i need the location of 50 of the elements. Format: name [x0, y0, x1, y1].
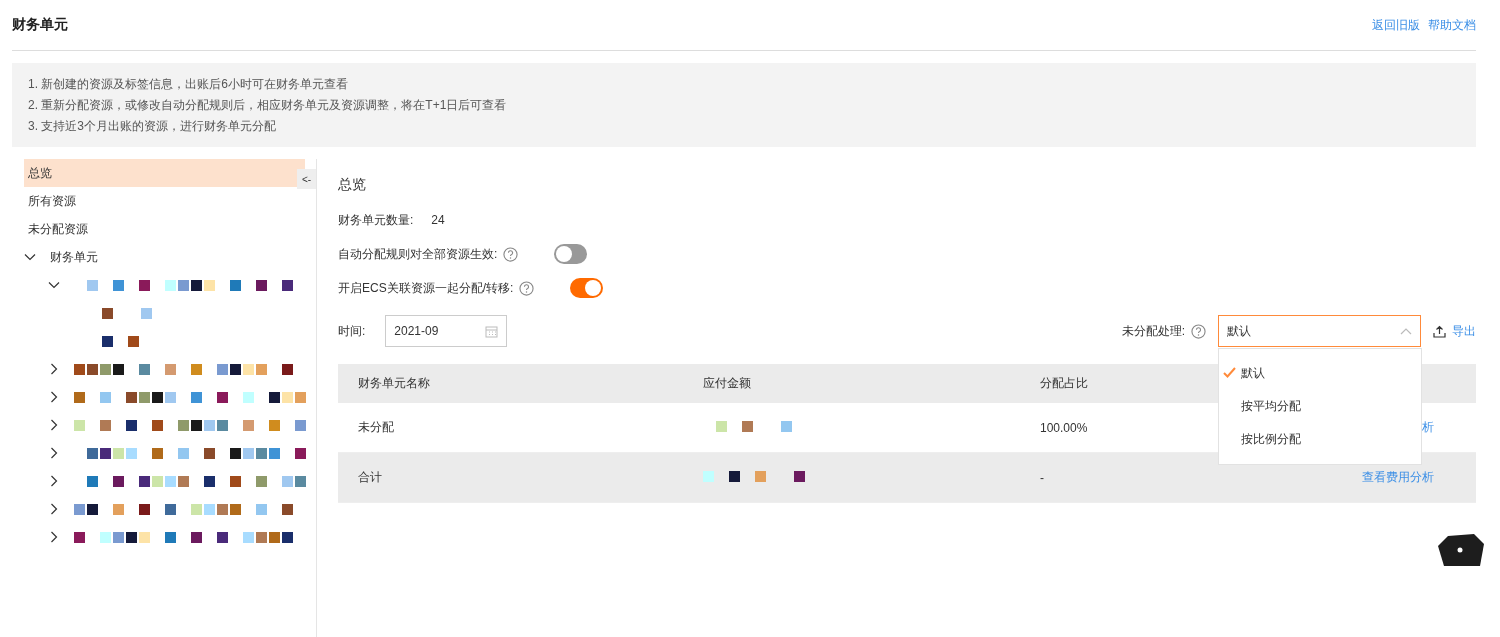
sidebar-item[interactable]: 所有资源 [24, 187, 305, 215]
table-cell-text: 100.00% [1040, 420, 1089, 435]
pixelated-text-drawing [102, 305, 154, 321]
analysis-link[interactable]: 析 [1422, 420, 1434, 434]
chevron-right-icon[interactable] [48, 391, 60, 403]
header-link[interactable]: 帮助文档 [1428, 16, 1476, 34]
help-icon[interactable] [503, 246, 519, 262]
tree-node-label[interactable]: 财务单元 [50, 248, 98, 266]
select-label: 未分配处理: [1121, 322, 1185, 340]
chevron-right-icon[interactable] [48, 363, 60, 375]
setting-label: 开启ECS关联资源一起分配/转移: [338, 279, 514, 297]
chevron-down-icon[interactable] [48, 279, 60, 291]
toggle-switch[interactable] [570, 278, 604, 298]
table-cell-text: 合计 [358, 469, 383, 486]
chevron-right-icon[interactable] [48, 531, 60, 543]
column-header: 应付金额 [703, 375, 752, 392]
sidebar-item[interactable]: 未分配资源 [24, 215, 305, 243]
calendar-icon [485, 324, 499, 338]
export-icon[interactable] [1433, 324, 1446, 338]
notice-text: 3. 支持近3个月出账的资源，进行财务单元分配 [28, 118, 277, 135]
stat-value: 24 [431, 213, 445, 227]
chevron-right-icon[interactable] [48, 475, 60, 487]
toggle-switch[interactable] [554, 244, 588, 264]
chevron-right-icon[interactable] [48, 447, 60, 459]
chevron-right-icon[interactable] [48, 419, 60, 431]
setting-label: 自动分配规则对全部资源生效: [338, 245, 498, 263]
chevron-down-icon[interactable] [24, 251, 36, 263]
dropdown-option[interactable]: 默认 [1241, 365, 1265, 382]
help-icon[interactable] [519, 280, 535, 296]
dropdown-option[interactable]: 按比例分配 [1241, 431, 1301, 448]
header-link[interactable]: 返回旧版 [1372, 16, 1420, 34]
collapse-button[interactable]: <- [297, 169, 316, 189]
page-title: 财务单元 [12, 16, 68, 34]
help-icon[interactable] [1191, 323, 1206, 339]
column-header: 分配占比 [1040, 375, 1089, 392]
stat-label: 财务单元数量: [338, 211, 414, 229]
table-cell-text: - [1040, 470, 1045, 485]
select-field[interactable]: 默认 [1218, 315, 1421, 347]
dropdown-option[interactable]: 按平均分配 [1241, 398, 1301, 415]
export-link[interactable]: 导出 [1452, 322, 1476, 340]
assistant-icon[interactable] [1436, 532, 1486, 568]
chevron-up-icon [1400, 327, 1412, 335]
time-label: 时间: [338, 322, 366, 340]
table-cell-text: 未分配 [358, 419, 395, 436]
notice-text: 2. 重新分配资源，或修改自动分配规则后，相应财务单元及资源调整，将在T+1日后可查看 [28, 97, 508, 114]
chevron-right-icon[interactable] [48, 503, 60, 515]
date-field[interactable]: 2021-09 [385, 315, 508, 347]
column-header: 财务单元名称 [358, 375, 431, 392]
notice-text: 1. 新创建的资源及标签信息，出账后6小时可在财务单元查看 [28, 76, 349, 93]
section-title: 总览 [338, 175, 367, 194]
